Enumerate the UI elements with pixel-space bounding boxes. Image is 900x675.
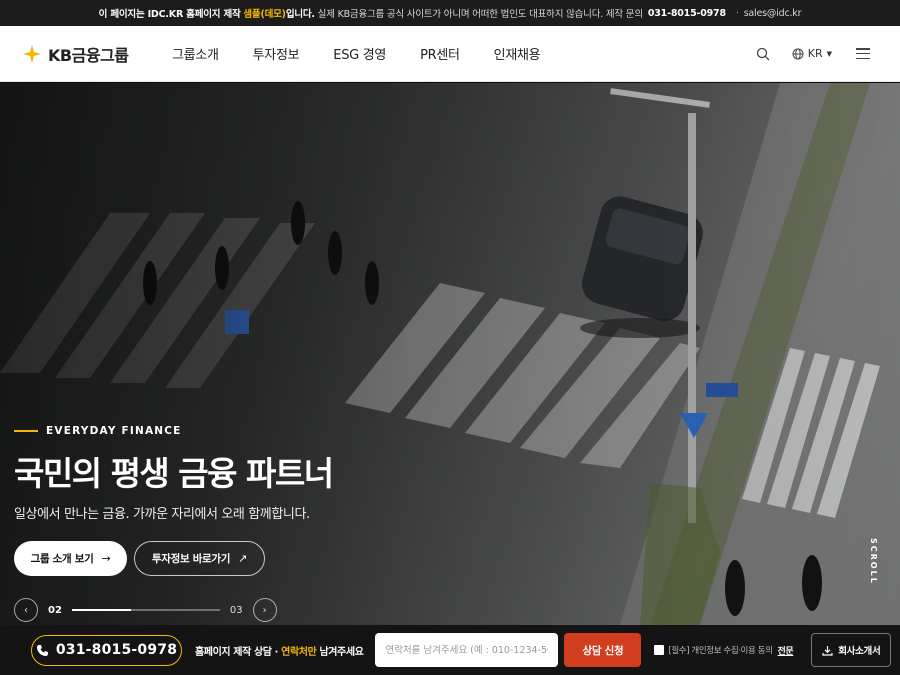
chevron-right-icon: › bbox=[262, 604, 267, 616]
logo-text: KB금융그룹 bbox=[48, 45, 129, 65]
investor-info-button[interactable]: 투자정보 바로가기 ↗ bbox=[134, 541, 265, 576]
hero-subline: 일상에서 만나는 금융. 가까운 자리에서 오래 함께합니다. bbox=[14, 507, 310, 522]
consult-message-end: 남겨주세요 bbox=[319, 646, 364, 658]
hero-eyebrow-text: EVERYDAY FINANCE bbox=[46, 425, 182, 437]
consult-message-text: 홈페이지 제작 상담 · bbox=[195, 646, 279, 658]
notice-disclaimer: 실제 KB금융그룹 공식 사이트가 아니며 어떠한 법인도 대표하지 않습니다.… bbox=[317, 9, 643, 20]
star-icon bbox=[23, 44, 41, 63]
arrow-up-right-icon: ↗ bbox=[238, 552, 248, 565]
group-intro-button-label: 그룹 소개 보기 bbox=[30, 553, 94, 565]
investor-info-button-label: 투자정보 바로가기 bbox=[151, 553, 231, 565]
consult-message-highlight: 연락처만 bbox=[281, 646, 317, 658]
language-selector[interactable]: KR ▼ bbox=[792, 47, 832, 60]
hero-eyebrow: EVERYDAY FINANCE bbox=[14, 425, 182, 437]
hamburger-menu-icon[interactable] bbox=[856, 48, 870, 59]
phone-icon bbox=[36, 644, 48, 656]
slide-progress-fill bbox=[71, 609, 132, 611]
agree-label: [필수] 개인정보 수집·이용 동의 bbox=[668, 646, 773, 656]
consult-submit-label: 상담 신청 bbox=[582, 644, 624, 657]
main-nav: 그룹소개 투자정보 ESG 경영 PR센터 인재채용 bbox=[172, 44, 574, 63]
next-slide-button[interactable]: › bbox=[252, 598, 277, 622]
consult-bar: 031-8015-0978 홈페이지 제작 상담 · 연락처만 남겨주세요 상담… bbox=[0, 625, 900, 675]
notice-text: 이 페이지는 IDC.KR 홈페이지 제작 bbox=[98, 9, 241, 20]
consult-message: 홈페이지 제작 상담 · 연락처만 남겨주세요 bbox=[195, 643, 364, 658]
slide-progress bbox=[71, 609, 220, 611]
group-intro-button[interactable]: 그룹 소개 보기 → bbox=[14, 541, 127, 576]
contact-input[interactable] bbox=[375, 633, 559, 667]
caret-down-icon: ▼ bbox=[826, 49, 832, 58]
nav-item-pr[interactable]: PR센터 bbox=[420, 44, 460, 63]
nav-item-esg[interactable]: ESG 경영 bbox=[333, 44, 386, 63]
hero-section: EVERYDAY FINANCE 국민의 평생 금융 파트너 일상에서 만나는 … bbox=[0, 83, 900, 625]
slide-total: 03 bbox=[229, 604, 243, 616]
nav-item-group[interactable]: 그룹소개 bbox=[172, 44, 219, 63]
nav-item-recruit[interactable]: 인재채용 bbox=[494, 44, 541, 63]
slide-pager: ‹ 02 03 › bbox=[14, 598, 277, 622]
notice-phone[interactable]: 031-8015-0978 bbox=[648, 8, 726, 19]
accent-line bbox=[14, 430, 38, 432]
phone-button[interactable]: 031-8015-0978 bbox=[31, 634, 182, 666]
arrow-right-icon: → bbox=[101, 552, 111, 565]
scroll-label: SCROLL bbox=[869, 538, 878, 585]
privacy-agree[interactable]: [필수] 개인정보 수집·이용 동의 전문 bbox=[654, 644, 794, 657]
top-notice-bar: 이 페이지는 IDC.KR 홈페이지 제작 샘플(데모) 입니다. 실제 KB금융… bbox=[0, 0, 900, 26]
notice-highlight: 샘플(데모) bbox=[243, 9, 286, 20]
download-icon bbox=[822, 645, 833, 656]
agree-full-text-link[interactable]: 전문 bbox=[778, 644, 794, 657]
site-header: KB금융그룹 그룹소개 투자정보 ESG 경영 PR센터 인재채용 KR ▼ bbox=[0, 26, 900, 82]
brochure-label: 회사소개서 bbox=[838, 646, 881, 657]
brochure-download-button[interactable]: 회사소개서 bbox=[811, 633, 892, 667]
agree-checkbox[interactable] bbox=[654, 645, 665, 655]
phone-number: 031-8015-0978 bbox=[55, 642, 178, 658]
notice-email[interactable]: sales@idc.kr bbox=[744, 8, 802, 19]
logo[interactable]: KB금융그룹 bbox=[22, 42, 172, 66]
search-icon[interactable] bbox=[756, 47, 770, 61]
globe-icon bbox=[792, 48, 804, 59]
prev-slide-button[interactable]: ‹ bbox=[14, 598, 38, 622]
hero-headline: 국민의 평생 금융 파트너 bbox=[14, 454, 334, 493]
consult-submit-button[interactable]: 상담 신청 bbox=[564, 633, 642, 667]
nav-item-invest[interactable]: 투자정보 bbox=[253, 44, 300, 63]
slide-current: 02 bbox=[48, 604, 62, 616]
chevron-left-icon: ‹ bbox=[24, 604, 28, 616]
notice-text-end: 입니다. bbox=[285, 9, 315, 20]
scroll-indicator: SCROLL bbox=[866, 538, 880, 625]
language-label: KR bbox=[807, 47, 823, 60]
